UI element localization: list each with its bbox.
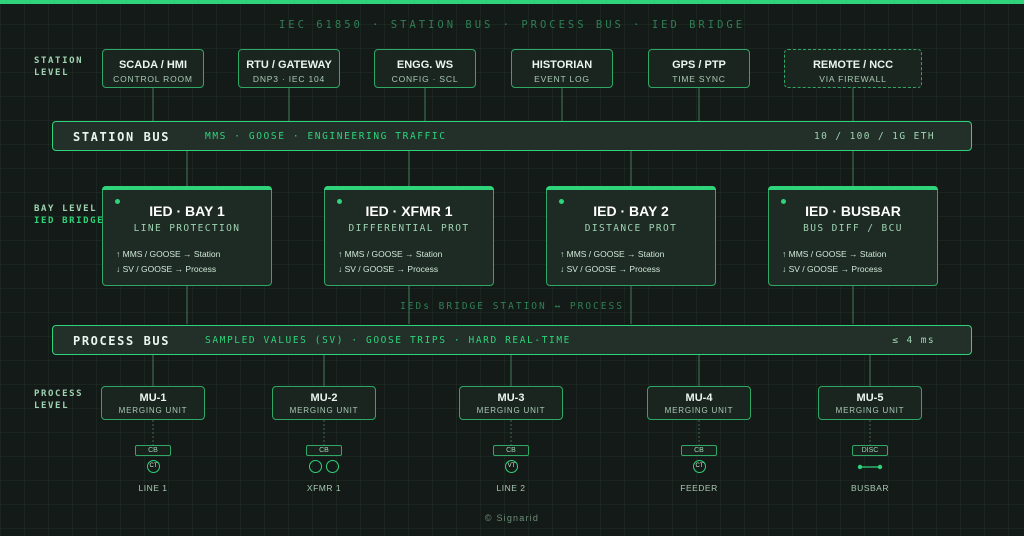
ied-bay-2: IED · BAY 2 DISTANCE PROT ↑ MMS / GOOSE →… (546, 185, 716, 286)
ct-sensor-icon: CT (147, 460, 160, 473)
feeder-label-line-1: LINE 1 (138, 483, 168, 493)
station-bus-desc: MMS · GOOSE · ENGINEERING TRAFFIC (205, 131, 447, 142)
process-bus-desc: SAMPLED VALUES (SV) · GOOSE TRIPS · HARD… (205, 335, 571, 346)
station-bus: STATION BUS MMS · GOOSE · ENGINEERING TR… (52, 121, 972, 151)
feeder-label-feeder: FEEDER (680, 483, 718, 493)
merging-unit-3: MU-3 MERGING UNIT (459, 386, 563, 420)
station-node-gps: GPS / PTP TIME SYNC (648, 49, 750, 88)
feeder-label-line-2: LINE 2 (496, 483, 526, 493)
breaker-tag-4: CB (681, 445, 717, 456)
station-node-rtu: RTU / GATEWAY DNP3 · IEC 104 (238, 49, 340, 88)
disconnector-tag-5: DISC (852, 445, 888, 456)
station-bus-name: STATION BUS (73, 130, 171, 144)
merging-unit-5: MU-5 MERGING UNIT (818, 386, 922, 420)
station-node-historian: HISTORIAN EVENT LOG (511, 49, 613, 88)
breaker-tag-1: CB (135, 445, 171, 456)
station-node-engg-ws: ENGG. WS CONFIG · SCL (374, 49, 476, 88)
transformer-winding-icon (326, 460, 339, 473)
ied-bay-1: IED · BAY 1 LINE PROTECTION ↑ MMS / GOOSE… (102, 185, 272, 286)
bay-level-label: BAY LEVEL IED BRIDGE (34, 204, 105, 226)
station-bus-speed: 10 / 100 / 1G ETH (813, 131, 935, 142)
breaker-tag-2: CB (306, 445, 342, 456)
station-level-label: STATION LEVEL (34, 56, 84, 78)
ct-sensor-icon: CT (693, 460, 706, 473)
footer-credit: © Signarid (484, 513, 540, 523)
merging-unit-4: MU-4 MERGING UNIT (647, 386, 751, 420)
breaker-tag-3: CB (493, 445, 529, 456)
ied-busbar: IED · BUSBAR BUS DIFF / BCU ↑ MMS / GOOSE… (768, 185, 938, 286)
vt-sensor-icon: VT (505, 460, 518, 473)
process-bus-latency: ≤ 4 ms (892, 335, 935, 346)
process-bus-name: PROCESS BUS (73, 334, 171, 348)
transformer-winding-icon (309, 460, 322, 473)
process-bus: PROCESS BUS SAMPLED VALUES (SV) · GOOSE … (52, 325, 972, 355)
merging-unit-1: MU-1 MERGING UNIT (101, 386, 205, 420)
feeder-label-busbar: BUSBAR (851, 483, 889, 493)
feeder-label-xfmr-1: XFMR 1 (306, 483, 342, 493)
merging-unit-2: MU-2 MERGING UNIT (272, 386, 376, 420)
process-level-label: PROCESS LEVEL (34, 389, 84, 411)
bridge-note: IEDs BRIDGE STATION ↔ PROCESS (400, 301, 624, 312)
station-node-remote: REMOTE / NCC VIA FIREWALL (784, 49, 922, 88)
station-node-scada: SCADA / HMI CONTROL ROOM (102, 49, 204, 88)
ied-xfmr-1: IED · XFMR 1 DIFFERENTIAL PROT ↑ MMS / GO… (324, 185, 494, 286)
